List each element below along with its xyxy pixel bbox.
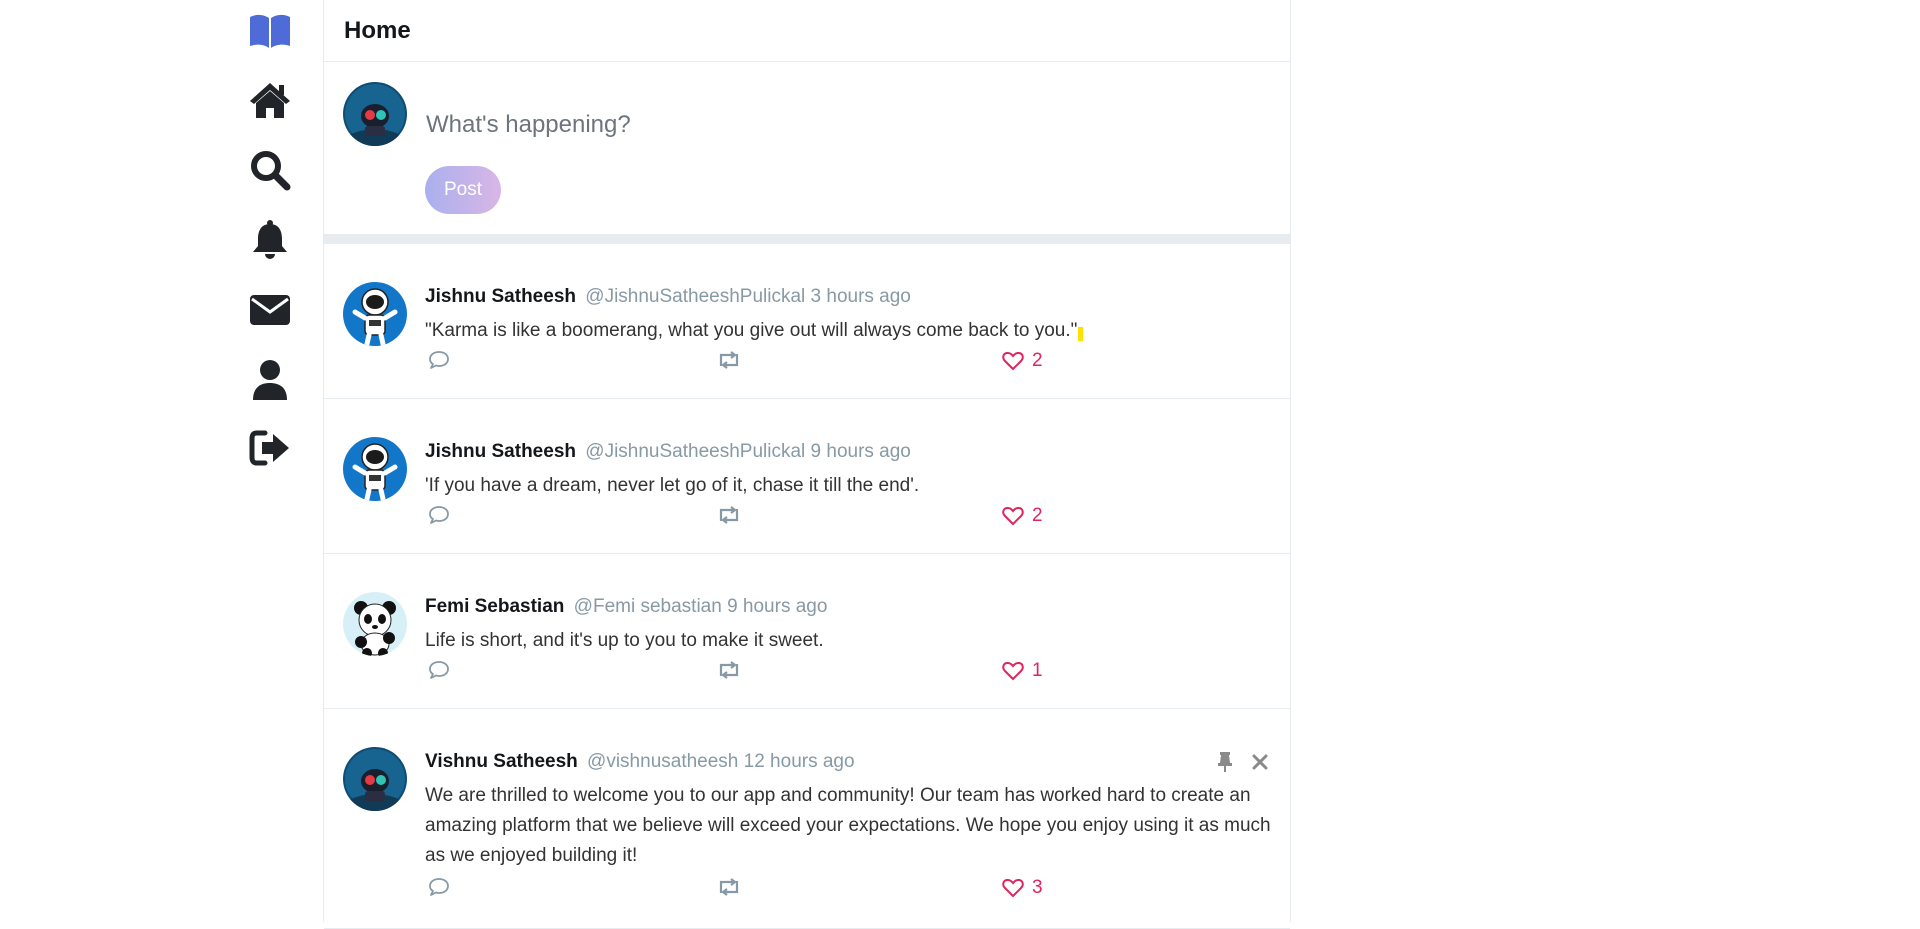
post-header: Vishnu Satheesh @vishnusatheesh 12 hours… [425, 751, 855, 773]
like-button[interactable]: 2 [1002, 505, 1043, 527]
astronaut-avatar[interactable] [343, 437, 407, 501]
author-meta: @JishnuSatheeshPulickal 9 hours ago [585, 441, 911, 462]
retweet-icon[interactable] [716, 877, 742, 897]
author-meta: @JishnuSatheeshPulickal 3 hours ago [585, 286, 911, 307]
post-text: We are thrilled to welcome you to our ap… [425, 785, 1271, 866]
post-text: "Karma is like a boomerang, what you giv… [425, 316, 1275, 346]
home-icon[interactable] [240, 75, 300, 125]
app-layout: Home Post [0, 0, 1920, 929]
like-count: 2 [1032, 505, 1043, 526]
logo-icon[interactable] [240, 6, 300, 56]
diver-avatar[interactable] [343, 747, 407, 811]
comment-icon[interactable] [428, 505, 450, 525]
author-name[interactable]: Vishnu Satheesh [425, 751, 578, 772]
heart-icon [1002, 878, 1024, 898]
text-cursor-mark [1078, 327, 1084, 341]
user-icon[interactable] [240, 355, 300, 405]
retweet-icon[interactable] [716, 660, 742, 680]
comment-icon[interactable] [428, 660, 450, 680]
like-count: 3 [1032, 877, 1043, 898]
post-item: Jishnu Satheesh @JishnuSatheeshPulickal … [324, 399, 1290, 554]
compose-box: Post [324, 62, 1290, 234]
close-icon[interactable] [1252, 751, 1268, 773]
sign-out-icon[interactable] [240, 423, 300, 473]
post-item: Femi Sebastian @Femi sebastian 9 hours a… [324, 554, 1290, 709]
post-actions: 1 [428, 660, 1048, 686]
heart-icon [1002, 506, 1024, 526]
like-button[interactable]: 2 [1002, 350, 1043, 372]
post-tools [1216, 751, 1268, 773]
post-text: 'If you have a dream, never let go of it… [425, 475, 920, 496]
retweet-icon[interactable] [716, 505, 742, 525]
heart-icon [1002, 351, 1024, 371]
comment-icon[interactable] [428, 350, 450, 370]
retweet-icon[interactable] [716, 350, 742, 370]
post-item: Vishnu Satheesh @vishnusatheesh 12 hours… [324, 709, 1290, 929]
like-button[interactable]: 1 [1002, 660, 1043, 682]
post-button[interactable]: Post [425, 166, 501, 214]
post-header: Femi Sebastian @Femi sebastian 9 hours a… [425, 596, 827, 618]
comment-icon[interactable] [428, 877, 450, 897]
post-header: Jishnu Satheesh @JishnuSatheeshPulickal … [425, 441, 911, 463]
like-count: 1 [1032, 660, 1043, 681]
panda-avatar[interactable] [343, 592, 407, 656]
post-text: Life is short, and it's up to you to mak… [425, 630, 824, 651]
post-item: Jishnu Satheesh @JishnuSatheeshPulickal … [324, 244, 1290, 399]
post-header: Jishnu Satheesh @JishnuSatheeshPulickal … [425, 286, 911, 308]
astronaut-avatar[interactable] [343, 282, 407, 346]
section-divider [324, 234, 1290, 244]
diver-avatar [343, 82, 407, 146]
author-name[interactable]: Jishnu Satheesh [425, 286, 576, 307]
heart-icon [1002, 661, 1024, 681]
like-count: 2 [1032, 350, 1043, 371]
envelope-icon[interactable] [240, 285, 300, 335]
author-meta: @Femi sebastian 9 hours ago [573, 596, 828, 617]
compose-input[interactable] [424, 104, 1268, 146]
post-actions: 3 [428, 877, 1048, 903]
like-button[interactable]: 3 [1002, 877, 1043, 899]
pin-icon[interactable] [1216, 751, 1234, 773]
feed-column: Home Post [323, 0, 1291, 929]
author-name[interactable]: Jishnu Satheesh [425, 441, 576, 462]
page-title: Home [344, 16, 411, 44]
post-actions: 2 [428, 505, 1048, 531]
author-meta: @vishnusatheesh 12 hours ago [587, 751, 855, 772]
post-text-content: "Karma is like a boomerang, what you giv… [425, 320, 1078, 341]
page-header: Home [324, 0, 1290, 62]
bell-icon[interactable] [240, 215, 300, 265]
search-icon[interactable] [240, 145, 300, 195]
post-actions: 2 [428, 350, 1048, 376]
author-name[interactable]: Femi Sebastian [425, 596, 564, 617]
